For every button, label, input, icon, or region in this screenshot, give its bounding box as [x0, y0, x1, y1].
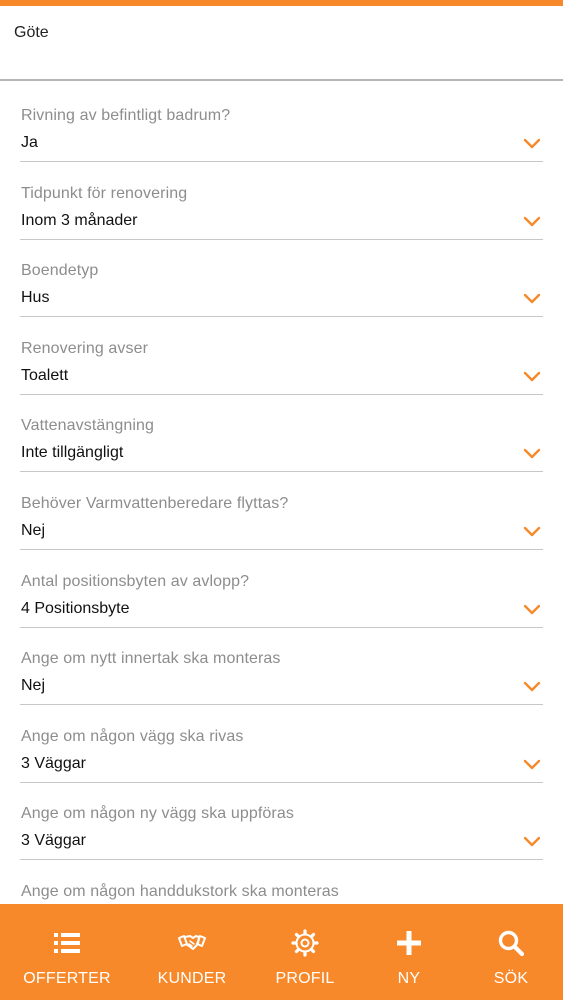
app-header: Göte	[0, 6, 563, 81]
nav-label: PROFIL	[275, 970, 335, 987]
select-innertak[interactable]: Ange om nytt innertak ska monteras Nej	[20, 626, 543, 705]
field-value[interactable]: Nej	[21, 522, 45, 540]
chevron-down-icon[interactable]	[523, 448, 541, 460]
quote-form[interactable]: Rivning av befintligt badrum? Ja Tidpunk…	[0, 83, 563, 904]
select-ny-vagg[interactable]: Ange om någon ny vägg ska uppföras 3 Väg…	[20, 781, 543, 860]
nav-offerter[interactable]: OFFERTER	[11, 904, 123, 1000]
field-value[interactable]: 3 Väggar	[21, 755, 86, 773]
chevron-down-icon[interactable]	[523, 759, 541, 771]
field-value[interactable]: Hus	[21, 289, 49, 307]
field-value[interactable]: Inom 3 månader	[21, 212, 138, 230]
field-label: Ange om någon ny vägg ska uppföras	[21, 805, 294, 822]
chevron-down-icon[interactable]	[523, 681, 541, 693]
field-label: Behöver Varmvattenberedare flyttas?	[21, 495, 289, 512]
field-label: Boendetyp	[21, 262, 99, 279]
field-label: Vattenavstängning	[21, 417, 155, 434]
nav-label: SÖK	[493, 970, 529, 987]
page-title: Göte	[14, 24, 49, 41]
field-value[interactable]: Toalett	[21, 367, 68, 385]
field-label: Antal positionsbyten av avlopp?	[21, 573, 250, 590]
bottom-nav: OFFERTER KUNDER PROFIL NY SÖK	[0, 904, 563, 1000]
select-handdukstork[interactable]: Ange om någon handdukstork ska monteras	[20, 859, 543, 904]
chevron-down-icon[interactable]	[523, 216, 541, 228]
chevron-down-icon[interactable]	[523, 604, 541, 616]
select-boendetyp[interactable]: Boendetyp Hus	[20, 238, 543, 317]
nav-label: NY	[397, 970, 421, 987]
select-vagg-rivas[interactable]: Ange om någon vägg ska rivas 3 Väggar	[20, 704, 543, 783]
select-renovering-avser[interactable]: Renovering avser Toalett	[20, 316, 543, 395]
chevron-down-icon[interactable]	[523, 836, 541, 848]
list-icon	[54, 933, 80, 953]
handshake-icon	[178, 935, 206, 950]
field-value[interactable]: Ja	[21, 134, 38, 152]
select-rivning[interactable]: Rivning av befintligt badrum? Ja	[20, 83, 543, 162]
field-value[interactable]: Inte tillgängligt	[21, 444, 123, 462]
chevron-down-icon[interactable]	[523, 371, 541, 383]
plus-icon	[397, 931, 421, 955]
field-label: Renovering avser	[21, 340, 148, 357]
select-vattenavstangning[interactable]: Vattenavstängning Inte tillgängligt	[20, 393, 543, 472]
field-label: Rivning av befintligt badrum?	[21, 107, 231, 124]
select-positionsbyten[interactable]: Antal positionsbyten av avlopp? 4 Positi…	[20, 549, 543, 628]
field-label: Tidpunkt för renovering	[21, 185, 188, 202]
nav-profil[interactable]: PROFIL	[249, 904, 361, 1000]
nav-ny[interactable]: NY	[353, 904, 465, 1000]
nav-label: KUNDER	[157, 970, 227, 987]
field-label: Ange om nytt innertak ska monteras	[21, 650, 281, 667]
chevron-down-icon[interactable]	[523, 293, 541, 305]
field-value[interactable]: 4 Positionsbyte	[21, 600, 130, 618]
nav-kunder[interactable]: KUNDER	[136, 904, 248, 1000]
nav-sok[interactable]: SÖK	[455, 904, 563, 1000]
field-value[interactable]: Nej	[21, 677, 45, 695]
field-value[interactable]: 3 Väggar	[21, 832, 86, 850]
chevron-down-icon[interactable]	[523, 526, 541, 538]
chevron-down-icon[interactable]	[523, 138, 541, 150]
search-icon	[498, 930, 525, 957]
select-varmvattenberedare[interactable]: Behöver Varmvattenberedare flyttas? Nej	[20, 471, 543, 550]
gear-icon	[291, 929, 319, 957]
field-label: Ange om någon handdukstork ska monteras	[21, 883, 339, 900]
select-tidpunkt[interactable]: Tidpunkt för renovering Inom 3 månader	[20, 161, 543, 240]
field-label: Ange om någon vägg ska rivas	[21, 728, 244, 745]
nav-label: OFFERTER	[23, 970, 111, 987]
